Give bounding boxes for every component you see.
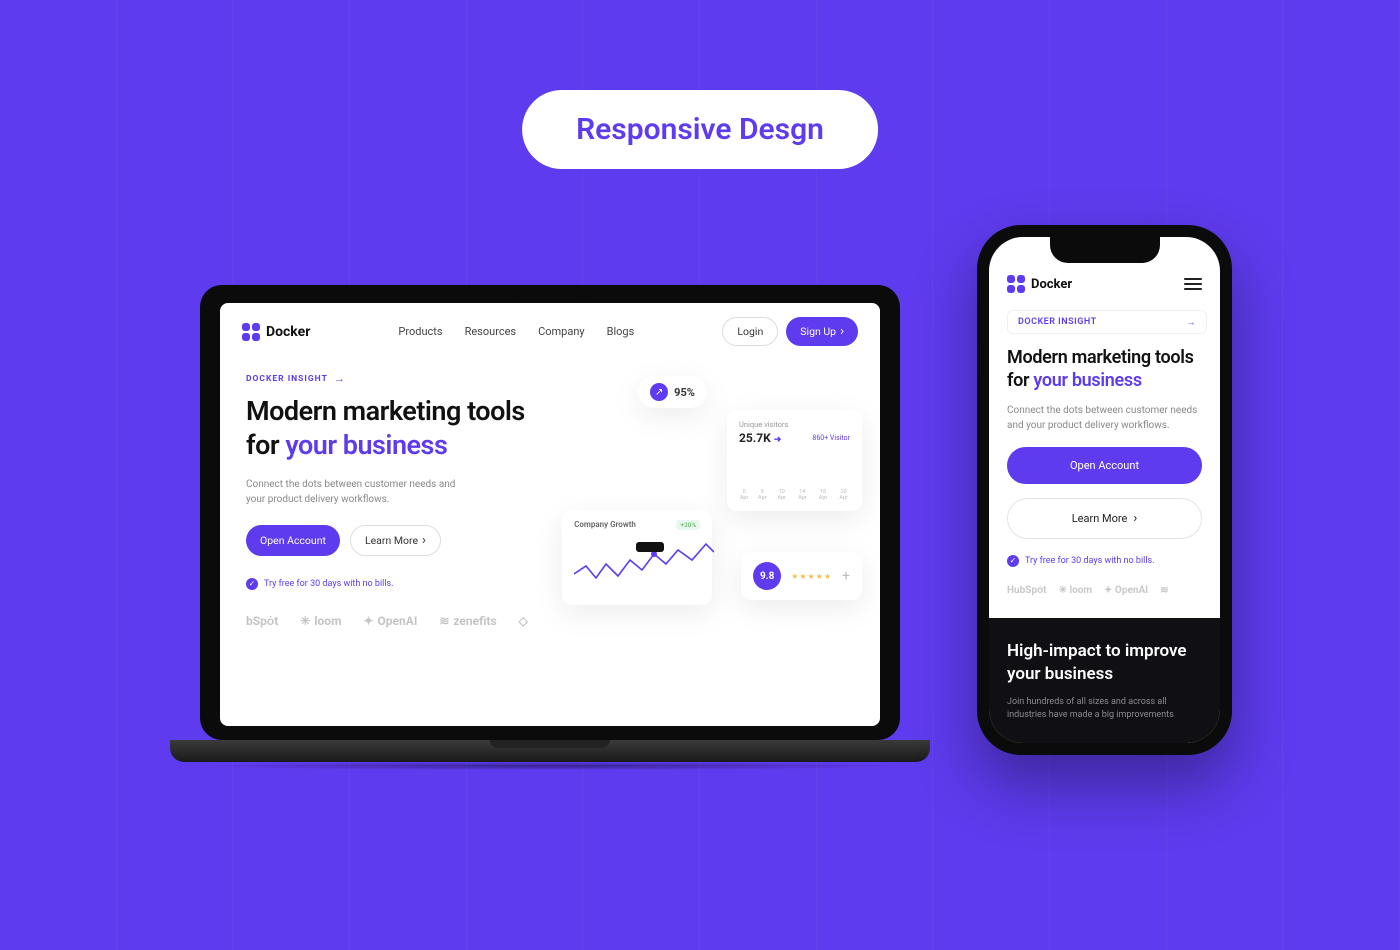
login-button[interactable]: Login: [722, 317, 778, 346]
brand-loom: ✳ loom: [1059, 585, 1092, 596]
brand-extra-icon: ◇: [519, 614, 528, 628]
brand-name: Docker: [1031, 277, 1072, 292]
trend-up-icon: ↗: [650, 383, 668, 401]
brand-logos-row: HubSpȯt ✳ loom ✦ OpenAI ≋: [1007, 585, 1202, 596]
visitors-value: 25.7K ➜: [739, 431, 781, 445]
arrow-right-icon: [1187, 317, 1197, 328]
growth-change: +20%: [676, 520, 700, 530]
learn-more-button[interactable]: Learn More: [1007, 498, 1202, 539]
signup-button[interactable]: Sign Up: [786, 317, 858, 346]
growth-card: Company Growth +20%: [562, 510, 712, 605]
check-circle-icon: ✓: [1007, 555, 1019, 567]
dark-section-title: High-impact to improve your business: [1007, 640, 1202, 686]
hero-graphics: ↗ 95% Unique visitors 25.7K ➜ 860+ Visit…: [562, 372, 854, 628]
brand-zenefits: ≋ zenefits: [439, 614, 496, 628]
visitors-bar-chart: 0 Apr 8 Apr 10 Apr 14 Apr 18 Apr 20 Apr: [739, 453, 850, 501]
page-badge: Responsive Desgn: [522, 90, 878, 169]
nav-resources[interactable]: Resources: [465, 325, 517, 338]
laptop-mockup: Docker Products Resources Company Blogs …: [200, 285, 930, 770]
dark-section: High-impact to improve your business Joi…: [989, 618, 1220, 743]
growth-label: Company Growth: [574, 520, 636, 529]
arrow-right-icon: [334, 372, 346, 385]
hamburger-menu-icon[interactable]: [1184, 278, 1202, 290]
open-account-button[interactable]: Open Account: [1007, 447, 1202, 484]
open-account-button[interactable]: Open Account: [246, 525, 340, 556]
stat-percent: 95%: [674, 386, 695, 399]
hero-eyebrow: DOCKER INSIGHT: [246, 372, 562, 385]
phone-mockup: Docker DOCKER INSIGHT Modern marketing t…: [977, 225, 1232, 755]
trial-note: ✓ Try free for 30 days with no bills.: [1007, 555, 1202, 567]
brand-logos-row: bSpȯt ✳ loom ✦ OpenAI ≋ zenefits ◇: [246, 614, 562, 628]
chevron-right-icon: [840, 324, 844, 339]
brand-hubspot: bSpȯt: [246, 614, 278, 628]
brand-extra-icon: ≋: [1160, 585, 1168, 596]
check-circle-icon: ✓: [246, 578, 258, 590]
laptop-base: [170, 740, 930, 762]
stat-pill-card: ↗ 95%: [638, 376, 707, 408]
learn-more-button[interactable]: Learn More: [350, 525, 441, 556]
visitors-card: Unique visitors 25.7K ➜ 860+ Visitor 0 A…: [727, 410, 862, 511]
chevron-right-icon: [422, 533, 426, 548]
growth-line-chart: [574, 536, 714, 591]
plus-icon: +: [842, 568, 850, 584]
hero-subtitle: Connect the dots between customer needs …: [1007, 403, 1202, 433]
hero-title: Modern marketing tools for your business: [1007, 346, 1202, 393]
hero-title: Modern marketing tools for your business: [246, 395, 562, 463]
laptop-notch: [510, 285, 590, 299]
brand[interactable]: Docker: [1007, 275, 1072, 293]
logo-icon: [1007, 275, 1025, 293]
arrow-up-icon: ➜: [774, 435, 782, 445]
star-rating-icon: ★★★★★: [791, 572, 832, 581]
hero-subtitle: Connect the dots between customer needs …: [246, 477, 476, 507]
score-value: 9.8: [753, 562, 781, 590]
nav-products[interactable]: Products: [398, 325, 442, 338]
nav-company[interactable]: Company: [538, 325, 585, 338]
brand-openai: ✦ OpenAI: [363, 614, 417, 628]
desktop-navbar: Docker Products Resources Company Blogs …: [220, 303, 880, 356]
dark-section-subtitle: Join hundreds of all sizes and across al…: [1007, 696, 1202, 723]
logo-icon: [242, 323, 260, 341]
trial-note: ✓ Try free for 30 days with no bills.: [246, 578, 562, 590]
score-card: 9.8 ★★★★★ +: [741, 552, 862, 600]
brand-name: Docker: [266, 324, 310, 340]
visitors-delta: 860+ Visitor: [812, 434, 850, 442]
chevron-right-icon: [1133, 511, 1137, 526]
brand[interactable]: Docker: [242, 323, 310, 341]
nav-links: Products Resources Company Blogs: [398, 325, 634, 338]
phone-notch: [1050, 237, 1160, 263]
nav-blogs[interactable]: Blogs: [607, 325, 635, 338]
brand-hubspot: HubSpȯt: [1007, 585, 1047, 596]
brand-loom: ✳ loom: [300, 614, 341, 628]
mobile-navbar: Docker: [1007, 275, 1202, 293]
visitors-label: Unique visitors: [739, 420, 850, 429]
brand-openai: ✦ OpenAI: [1104, 585, 1148, 596]
hero-eyebrow[interactable]: DOCKER INSIGHT: [1007, 310, 1207, 334]
